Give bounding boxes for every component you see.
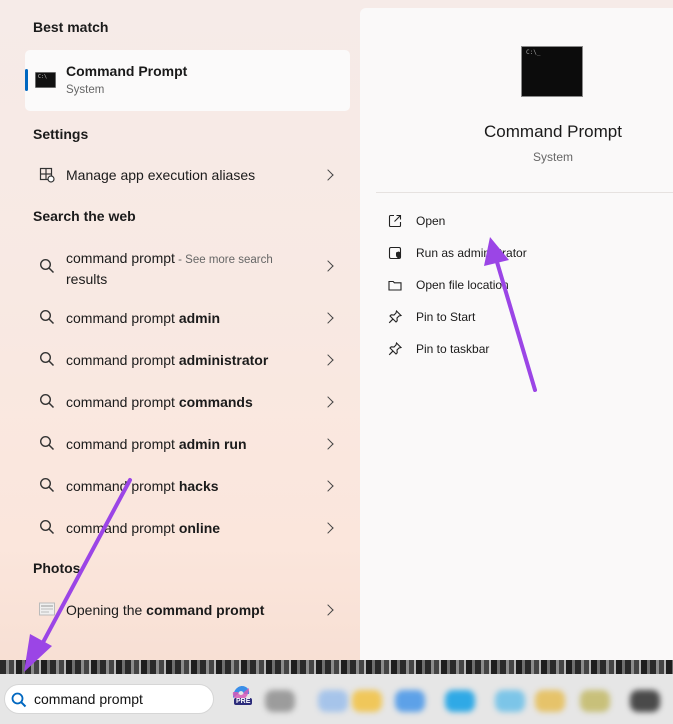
chevron-right-icon xyxy=(322,169,334,181)
taskbar-app-icon[interactable] xyxy=(265,690,295,712)
action-label: Run as administrator xyxy=(416,246,527,260)
taskbar-search-box[interactable] xyxy=(4,684,214,714)
search-icon xyxy=(39,435,55,451)
action-open-file-location[interactable]: Open file location xyxy=(388,275,638,297)
web-result-item[interactable]: command prompt online xyxy=(25,513,350,543)
divider xyxy=(376,192,673,193)
search-icon xyxy=(39,519,55,535)
web-result-more-label: results xyxy=(66,271,108,287)
settings-item-label: Manage app execution aliases xyxy=(66,167,256,183)
detail-title: Command Prompt xyxy=(484,122,622,141)
detail-subtitle: System xyxy=(532,150,573,164)
web-result-label: command prompt hacks xyxy=(66,478,219,494)
web-result-item[interactable]: command prompt admin xyxy=(25,303,350,333)
action-pin-to-start[interactable]: Pin to Start xyxy=(388,307,638,329)
taskbar: PRE xyxy=(0,660,673,724)
photo-result-item[interactable]: Opening the command prompt xyxy=(25,595,350,625)
chevron-right-icon xyxy=(322,438,334,450)
copilot-icon[interactable]: PRE xyxy=(228,684,254,712)
app-settings-icon xyxy=(39,167,55,183)
action-pin-to-taskbar[interactable]: Pin to taskbar xyxy=(388,339,638,361)
action-label: Open xyxy=(416,214,446,228)
search-icon xyxy=(39,351,55,367)
web-result-item[interactable]: command prompt administrator xyxy=(25,345,350,375)
web-result-label: command prompt commands xyxy=(66,394,253,410)
search-icon xyxy=(39,477,55,493)
copilot-preview-badge: PRE xyxy=(234,698,253,705)
command-prompt-icon xyxy=(35,72,56,88)
search-input[interactable] xyxy=(34,690,204,708)
taskbar-app-icon[interactable] xyxy=(445,690,475,712)
chevron-right-icon xyxy=(322,396,334,408)
chevron-right-icon xyxy=(322,480,334,492)
pin-icon xyxy=(388,310,402,324)
folder-icon xyxy=(388,280,402,291)
search-icon xyxy=(39,309,55,325)
search-icon xyxy=(11,692,27,708)
search-icon xyxy=(39,258,55,274)
chevron-right-icon xyxy=(322,312,334,324)
shield-icon xyxy=(388,246,402,260)
taskbar-app-icon[interactable] xyxy=(318,690,348,712)
search-results-panel: Best match Command Prompt System Setting… xyxy=(0,0,360,660)
best-match-heading: Best match xyxy=(33,19,109,35)
photos-heading: Photos xyxy=(33,560,81,576)
taskbar-app-icon[interactable] xyxy=(395,690,425,712)
chevron-right-icon xyxy=(322,354,334,366)
action-label: Pin to Start xyxy=(416,310,476,324)
action-label: Pin to taskbar xyxy=(416,342,490,356)
web-result-item[interactable]: command prompt hacks xyxy=(25,471,350,501)
settings-item-aliases[interactable]: Manage app execution aliases xyxy=(25,160,350,190)
search-web-heading: Search the web xyxy=(33,208,136,224)
web-result-item[interactable]: command prompt admin run xyxy=(25,429,350,459)
search-icon xyxy=(39,393,55,409)
chevron-right-icon xyxy=(322,260,334,272)
open-external-icon xyxy=(388,214,402,228)
web-result-label: command prompt admin xyxy=(66,310,221,326)
action-label: Open file location xyxy=(416,278,509,292)
web-result-label: command prompt admin run xyxy=(66,436,247,452)
web-result-label: command prompt online xyxy=(66,520,221,536)
best-match-title: Command Prompt xyxy=(66,63,188,79)
taskbar-app-icon[interactable] xyxy=(495,690,525,712)
taskbar-app-icon[interactable] xyxy=(630,690,660,712)
result-detail-panel: Command Prompt System Open Run as admini… xyxy=(360,8,673,660)
taskbar-app-icon[interactable] xyxy=(580,690,610,712)
chevron-right-icon xyxy=(322,604,334,616)
web-result-label: command prompt - See more search xyxy=(66,250,273,266)
web-result-item[interactable]: command prompt commands xyxy=(25,387,350,417)
taskbar-app-icon[interactable] xyxy=(352,690,382,712)
web-result-see-more[interactable]: command prompt - See more search results xyxy=(25,244,350,288)
photo-result-label: Opening the command prompt xyxy=(66,602,265,618)
web-result-label: command prompt administrator xyxy=(66,352,269,368)
best-match-subtitle: System xyxy=(66,84,105,96)
command-prompt-large-icon xyxy=(521,46,583,97)
action-open[interactable]: Open xyxy=(388,211,638,233)
best-match-card[interactable]: Command Prompt System xyxy=(25,50,350,111)
chevron-right-icon xyxy=(322,522,334,534)
selection-indicator xyxy=(25,69,28,91)
desktop-wallpaper-strip xyxy=(0,660,673,674)
document-thumbnail-icon xyxy=(39,602,55,616)
settings-heading: Settings xyxy=(33,126,89,142)
pin-icon xyxy=(388,342,402,356)
action-run-as-administrator[interactable]: Run as administrator xyxy=(388,243,638,265)
taskbar-app-icon[interactable] xyxy=(535,690,565,712)
